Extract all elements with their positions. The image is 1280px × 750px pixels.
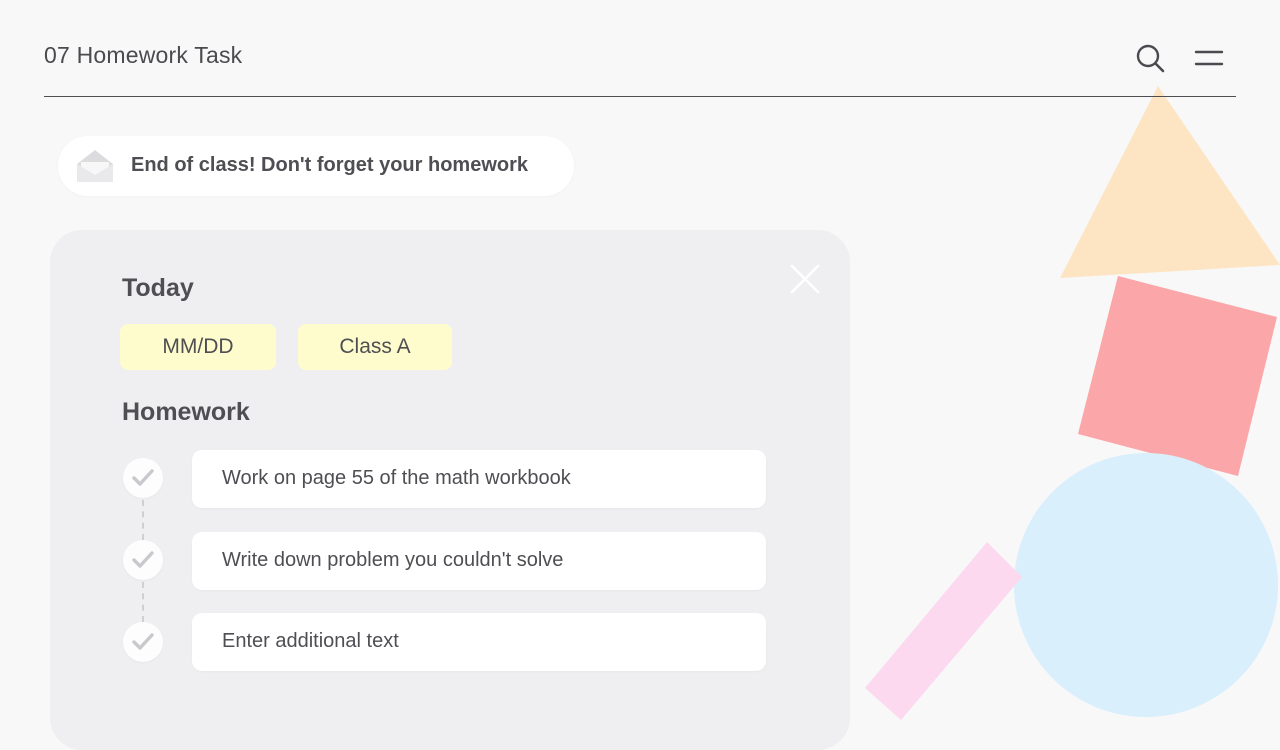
close-button[interactable] (788, 262, 822, 296)
date-tag[interactable]: MM/DD (120, 324, 276, 370)
homework-heading: Homework (122, 398, 250, 426)
check-icon (132, 469, 154, 486)
triangle-shape (1060, 86, 1280, 278)
task-checkbox[interactable] (123, 540, 163, 580)
header: 07 Homework Task (44, 28, 1236, 97)
homework-panel: Today MM/DD Class A Homework Work on pag… (50, 230, 850, 750)
search-icon (1136, 44, 1165, 73)
today-heading: Today (122, 274, 194, 302)
close-icon (790, 264, 820, 294)
envelope-icon (77, 150, 113, 182)
task-item[interactable]: Work on page 55 of the math workbook (192, 450, 766, 508)
bar-shape (865, 542, 1022, 720)
task-text: Work on page 55 of the math workbook (222, 467, 571, 489)
task-text: Enter additional text (222, 630, 399, 652)
class-tag[interactable]: Class A (298, 324, 452, 370)
connector-line (142, 582, 144, 622)
task-text: Write down problem you couldn't solve (222, 549, 564, 571)
search-button[interactable] (1134, 42, 1168, 76)
square-shape (1078, 276, 1277, 476)
menu-icon (1194, 50, 1224, 66)
check-icon (132, 633, 154, 650)
task-item[interactable]: Write down problem you couldn't solve (192, 532, 766, 590)
notice-text: End of class! Don't forget your homework (131, 154, 529, 176)
page-title: 07 Homework Task (44, 42, 243, 68)
task-checkbox[interactable] (123, 622, 163, 662)
check-icon (132, 551, 154, 568)
connector-line (142, 500, 144, 540)
circle-shape (1014, 453, 1278, 717)
task-checkbox[interactable] (123, 458, 163, 498)
menu-button[interactable] (1192, 42, 1226, 76)
task-item[interactable]: Enter additional text (192, 613, 766, 671)
notice-banner: End of class! Don't forget your homework (58, 136, 574, 196)
